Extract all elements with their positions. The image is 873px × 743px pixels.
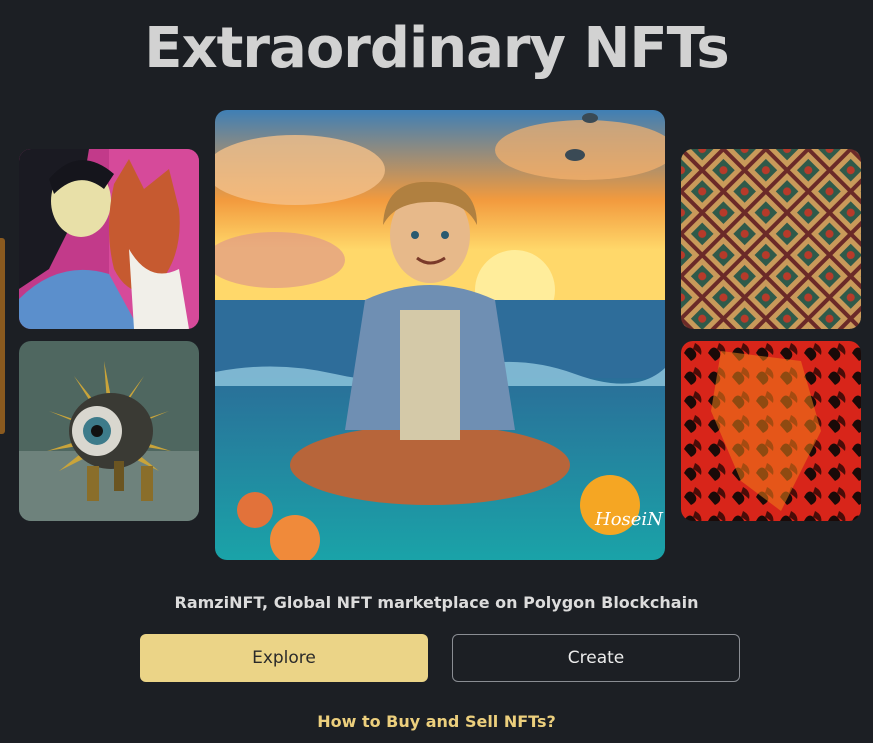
girl-with-fox-artwork	[19, 149, 199, 329]
spiky-eye-creature-artwork	[19, 341, 199, 521]
nft-card-red-leaves[interactable]	[681, 341, 861, 521]
nft-card-tile-pattern[interactable]	[681, 149, 861, 329]
tile-pattern-artwork	[681, 149, 861, 329]
explore-button[interactable]: Explore	[140, 634, 428, 682]
red-orange-leaves-artwork	[681, 341, 861, 521]
how-to-buy-sell-link[interactable]: How to Buy and Sell NFTs?	[0, 710, 873, 734]
nft-card-girl-fox[interactable]	[19, 149, 199, 329]
artist-signature: HoseiN NaRaKi	[594, 509, 665, 530]
nft-card-featured[interactable]: HoseiN NaRaKi	[215, 110, 665, 560]
page-subtitle: RamziNFT, Global NFT marketplace on Poly…	[174, 593, 699, 612]
page-title: Extraordinary NFTs	[144, 16, 729, 81]
create-button[interactable]: Create	[452, 634, 740, 682]
partial-card-edge[interactable]	[0, 238, 5, 434]
boy-at-sunset-sea-artwork: HoseiN NaRaKi	[215, 110, 665, 560]
nft-card-eye-creature[interactable]	[19, 341, 199, 521]
